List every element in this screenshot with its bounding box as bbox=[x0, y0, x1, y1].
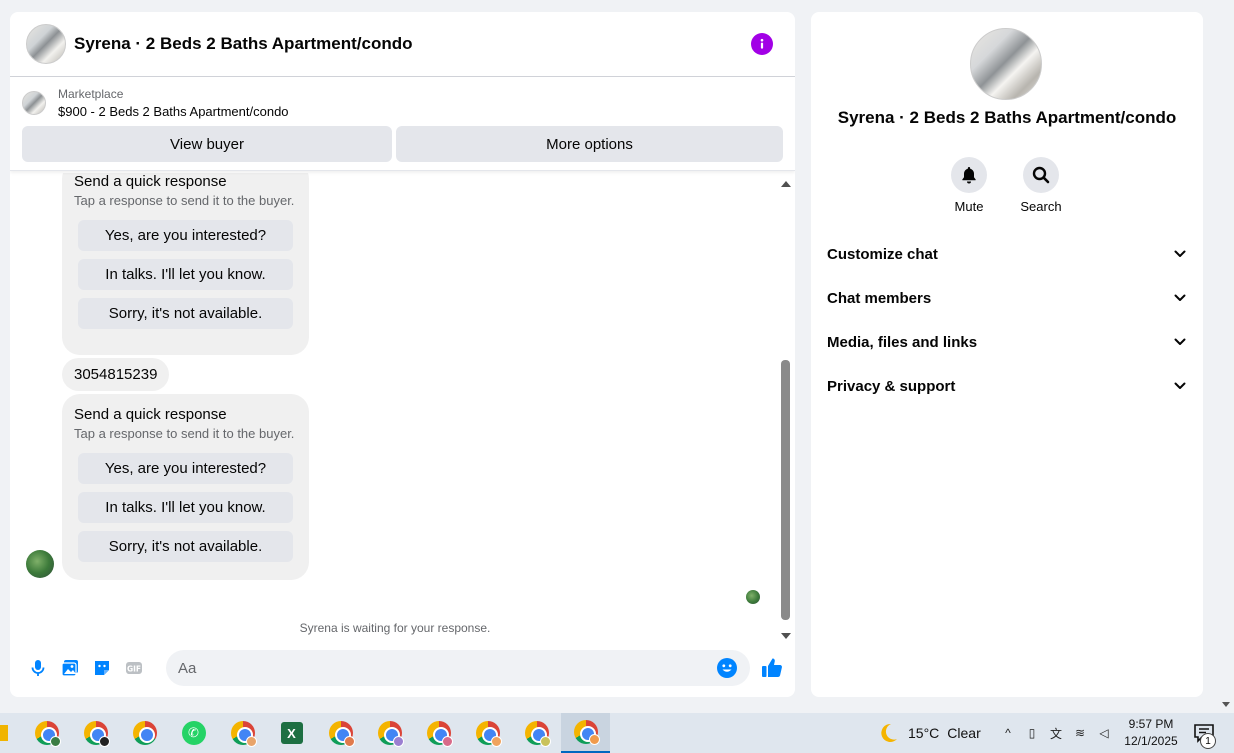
chat-title[interactable]: Syrena · 2 Beds 2 Baths Apartment/condo bbox=[74, 34, 751, 54]
chrome-profile-icon[interactable] bbox=[414, 713, 463, 753]
quick-response-subtitle: Tap a response to send it to the buyer. bbox=[74, 193, 295, 208]
listing-avatar[interactable] bbox=[26, 24, 66, 64]
notification-count-badge: 1 bbox=[1200, 733, 1216, 749]
listing-price-title[interactable]: $900 - 2 Beds 2 Baths Apartment/condo bbox=[58, 104, 289, 119]
quick-response-yes-button[interactable]: Yes, are you interested? bbox=[78, 453, 293, 484]
chat-info-panel: Syrena · 2 Beds 2 Baths Apartment/condo … bbox=[811, 12, 1203, 697]
info-panel-title: Syrena · 2 Beds 2 Baths Apartment/condo bbox=[837, 108, 1177, 127]
system-tray-icons: ^ ▯ 文 ≋ ◁ bbox=[1000, 725, 1112, 741]
more-options-button[interactable]: More options bbox=[396, 126, 783, 162]
section-media-files-links[interactable]: Media, files and links bbox=[819, 322, 1195, 362]
search-label: Search bbox=[1020, 199, 1062, 214]
search-icon bbox=[1032, 166, 1050, 184]
battery-icon[interactable]: ▯ bbox=[1024, 725, 1040, 741]
quick-response-yes-button[interactable]: Yes, are you interested? bbox=[78, 220, 293, 251]
chat-panel: Syrena · 2 Beds 2 Baths Apartment/condo … bbox=[10, 12, 795, 697]
message-bubble[interactable]: 3054815239 bbox=[62, 358, 170, 391]
marketplace-listing-bar: Marketplace $900 - 2 Beds 2 Baths Apartm… bbox=[10, 77, 795, 171]
chat-header: Syrena · 2 Beds 2 Baths Apartment/condo bbox=[10, 12, 795, 77]
chevron-down-icon bbox=[1174, 382, 1186, 389]
excel-icon[interactable]: X bbox=[267, 713, 316, 753]
section-label: Customize chat bbox=[827, 245, 938, 263]
thumbs-up-icon[interactable] bbox=[760, 656, 784, 680]
page-scrollbar[interactable] bbox=[1219, 0, 1234, 713]
scroll-down-arrow[interactable] bbox=[781, 633, 791, 639]
speaker-muted-icon[interactable]: ◁ bbox=[1096, 725, 1112, 741]
chrome-profile-icon[interactable] bbox=[218, 713, 267, 753]
chrome-profile-icon[interactable] bbox=[365, 713, 414, 753]
sticker-icon[interactable] bbox=[92, 658, 112, 678]
quick-response-title: Send a quick response bbox=[74, 406, 227, 423]
chrome-profile-icon[interactable] bbox=[512, 713, 561, 753]
search-button[interactable]: Search bbox=[1011, 157, 1071, 214]
file-explorer-icon[interactable] bbox=[0, 725, 8, 741]
section-customize-chat[interactable]: Customize chat bbox=[819, 234, 1195, 274]
page-scroll-down-arrow[interactable] bbox=[1222, 702, 1230, 707]
quick-response-in-talks-button[interactable]: In talks. I'll let you know. bbox=[78, 259, 293, 290]
quick-response-subtitle: Tap a response to send it to the buyer. bbox=[74, 426, 295, 441]
scroll-thumb[interactable] bbox=[781, 360, 790, 620]
section-label: Privacy & support bbox=[827, 377, 956, 395]
clock-date: 12/1/2025 bbox=[1124, 734, 1178, 748]
gif-icon[interactable]: GIF bbox=[124, 658, 144, 678]
message-composer: GIF bbox=[10, 648, 795, 688]
windows-taskbar: ✆ X 15°C Clear ^ ▯ 文 ≋ ◁ 9:57 PM 12/1/20… bbox=[0, 713, 1234, 753]
quick-response-not-available-button[interactable]: Sorry, it's not available. bbox=[78, 531, 293, 562]
weather-widget[interactable]: 15°C Clear bbox=[876, 713, 981, 753]
microphone-icon[interactable] bbox=[28, 658, 48, 678]
listing-avatar-large[interactable] bbox=[970, 28, 1042, 100]
chevron-down-icon bbox=[1174, 338, 1186, 345]
read-receipt-avatar bbox=[746, 590, 760, 604]
language-icon[interactable]: 文 bbox=[1048, 725, 1064, 741]
bell-icon bbox=[962, 167, 976, 184]
whatsapp-icon[interactable]: ✆ bbox=[169, 713, 218, 753]
mute-button[interactable]: Mute bbox=[939, 157, 999, 214]
message-scrollbar[interactable] bbox=[779, 177, 793, 639]
photo-icon[interactable] bbox=[60, 658, 80, 678]
quick-response-not-available-button[interactable]: Sorry, it's not available. bbox=[78, 298, 293, 329]
weather-desc: Clear bbox=[947, 725, 981, 741]
chrome-icon[interactable] bbox=[120, 713, 169, 753]
sender-avatar[interactable] bbox=[26, 550, 54, 578]
message-input[interactable] bbox=[178, 659, 716, 677]
quick-response-in-talks-button[interactable]: In talks. I'll let you know. bbox=[78, 492, 293, 523]
taskbar-apps: ✆ X bbox=[22, 713, 610, 753]
chevron-up-icon[interactable]: ^ bbox=[1000, 725, 1016, 741]
section-label: Chat members bbox=[827, 289, 932, 307]
clock-time: 9:57 PM bbox=[1128, 717, 1174, 731]
chevron-down-icon bbox=[1174, 294, 1186, 301]
moon-icon bbox=[881, 723, 897, 742]
section-label: Media, files and links bbox=[827, 333, 978, 351]
waiting-status: Syrena is waiting for your response. bbox=[299, 621, 491, 635]
message-input-wrapper bbox=[166, 650, 750, 686]
chrome-profile-icon-active[interactable] bbox=[561, 713, 610, 753]
mute-label: Mute bbox=[954, 199, 984, 214]
svg-text:GIF: GIF bbox=[127, 665, 141, 674]
quick-response-title: Send a quick response bbox=[74, 173, 227, 190]
section-chat-members[interactable]: Chat members bbox=[819, 278, 1195, 318]
listing-thumbnail[interactable] bbox=[22, 91, 46, 115]
quick-response-card: Send a quick response Tap a response to … bbox=[62, 394, 309, 580]
listing-label: Marketplace bbox=[58, 87, 124, 101]
info-icon[interactable] bbox=[751, 33, 773, 55]
clock[interactable]: 9:57 PM 12/1/2025 bbox=[1118, 716, 1184, 750]
weather-temp: 15°C bbox=[908, 725, 940, 741]
wifi-icon[interactable]: ≋ bbox=[1072, 725, 1088, 741]
message-list: Send a quick response Tap a response to … bbox=[10, 173, 795, 638]
emoji-icon[interactable] bbox=[716, 657, 738, 679]
chrome-profile-icon[interactable] bbox=[22, 713, 71, 753]
chrome-profile-icon[interactable] bbox=[316, 713, 365, 753]
section-privacy-support[interactable]: Privacy & support bbox=[819, 366, 1195, 406]
chrome-profile-icon[interactable] bbox=[71, 713, 120, 753]
view-buyer-button[interactable]: View buyer bbox=[22, 126, 392, 162]
chrome-profile-icon[interactable] bbox=[463, 713, 512, 753]
quick-response-card: Send a quick response Tap a response to … bbox=[62, 173, 309, 355]
scroll-up-arrow[interactable] bbox=[781, 181, 791, 187]
chevron-down-icon bbox=[1174, 250, 1186, 257]
